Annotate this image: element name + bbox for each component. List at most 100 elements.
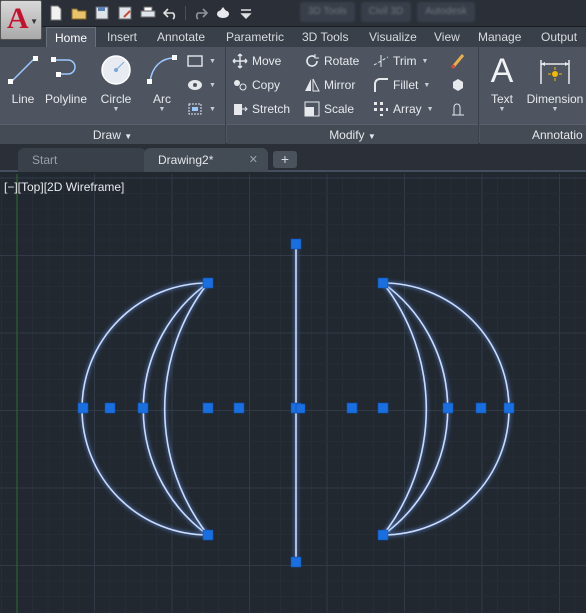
- rectangle-icon: [186, 52, 204, 70]
- array-tool-button[interactable]: Array ▼: [372, 99, 434, 119]
- grip[interactable]: [202, 529, 214, 541]
- arc-tool-button[interactable]: Arc ▼: [140, 51, 184, 114]
- offset-tool-button[interactable]: [449, 99, 470, 119]
- new-tab-button[interactable]: +: [273, 151, 297, 168]
- chevron-down-icon: ▼: [124, 132, 133, 141]
- annotation-panel-title[interactable]: Annotatio: [480, 124, 586, 144]
- polyline-label: Polyline: [44, 92, 88, 106]
- chevron-down-icon[interactable]: ▼: [209, 58, 216, 65]
- line-tool-button[interactable]: Line: [1, 51, 45, 106]
- chevron-down-icon[interactable]: ▼: [209, 82, 216, 89]
- line-label: Line: [11, 92, 35, 106]
- dimension-tool-button[interactable]: Dimension ▼: [524, 51, 586, 114]
- move-tool-button[interactable]: Move: [231, 51, 281, 71]
- chevron-down-icon[interactable]: ▼: [140, 106, 184, 114]
- grip[interactable]: [104, 402, 116, 414]
- new-icon[interactable]: [46, 4, 66, 22]
- left-middle-arc[interactable]: [142, 282, 209, 536]
- annotation-panel: A Text ▼ Dimension ▼ Annotatio: [480, 47, 586, 144]
- modify-panel-title[interactable]: Modify ▼: [227, 124, 478, 144]
- fillet-tool-button[interactable]: Fillet ▼: [372, 75, 430, 95]
- autocad-logo-icon: A: [7, 2, 29, 35]
- scale-icon: [303, 100, 321, 118]
- dimension-label: Dimension: [526, 92, 584, 106]
- hatch-icon: [186, 76, 204, 94]
- plot-icon[interactable]: [138, 4, 158, 22]
- tab-output[interactable]: Output: [533, 27, 585, 47]
- chevron-down-icon[interactable]: ▼: [423, 82, 430, 89]
- grip[interactable]: [202, 402, 214, 414]
- circle-icon: [94, 51, 138, 89]
- grip[interactable]: [290, 556, 302, 568]
- hatch-tool-button[interactable]: ▼: [186, 75, 216, 95]
- rectangle-tool-button[interactable]: ▼: [186, 51, 216, 71]
- line-icon: [1, 51, 45, 89]
- draw-panel-title[interactable]: Draw ▼: [0, 124, 225, 144]
- text-tool-button[interactable]: A Text ▼: [480, 51, 524, 114]
- erase-tool-button[interactable]: [449, 51, 470, 71]
- grip[interactable]: [346, 402, 358, 414]
- chevron-down-icon[interactable]: ▼: [480, 106, 524, 114]
- polyline-tool-button[interactable]: Polyline: [44, 51, 88, 106]
- boundary-tool-button[interactable]: ▼: [186, 99, 216, 119]
- tab-drawing2[interactable]: Drawing2* ✕: [144, 148, 268, 172]
- share-icon[interactable]: [213, 4, 233, 22]
- grip[interactable]: [77, 402, 89, 414]
- right-middle-arc[interactable]: [382, 282, 449, 536]
- chevron-down-icon[interactable]: ▼: [94, 106, 138, 114]
- grip[interactable]: [377, 402, 389, 414]
- copy-tool-button[interactable]: Copy: [231, 75, 280, 95]
- trim-tool-button[interactable]: Trim ▼: [372, 51, 428, 71]
- tab-3d-tools[interactable]: 3D Tools: [294, 27, 356, 47]
- tab-home[interactable]: Home: [46, 27, 97, 48]
- background-tab: Autodesk: [417, 2, 475, 22]
- mirror-tool-button[interactable]: Mirror: [303, 75, 355, 95]
- save-as-icon[interactable]: [115, 4, 135, 22]
- tab-view[interactable]: View: [426, 27, 468, 47]
- open-icon[interactable]: [69, 4, 89, 22]
- chevron-down-icon[interactable]: ▼: [524, 106, 586, 114]
- close-icon[interactable]: ✕: [249, 148, 258, 172]
- grip[interactable]: [295, 403, 306, 414]
- offset-icon: [449, 100, 467, 118]
- background-tab: Civil 3D: [360, 2, 412, 22]
- undo-icon[interactable]: [161, 4, 181, 22]
- circle-label: Circle: [100, 92, 132, 106]
- grip[interactable]: [475, 402, 487, 414]
- explode-tool-button[interactable]: [449, 75, 470, 95]
- save-icon[interactable]: [92, 4, 112, 22]
- model-space[interactable]: [0, 174, 586, 613]
- rotate-tool-button[interactable]: Rotate: [303, 51, 359, 71]
- grip[interactable]: [137, 402, 149, 414]
- drawing-canvas-area[interactable]: [−][Top][2D Wireframe]: [0, 174, 586, 613]
- fillet-icon: [372, 76, 390, 94]
- grip[interactable]: [377, 277, 389, 289]
- grip[interactable]: [233, 402, 245, 414]
- circle-tool-button[interactable]: Circle ▼: [94, 51, 138, 114]
- grip[interactable]: [290, 238, 302, 250]
- redo-icon[interactable]: [190, 4, 210, 22]
- tab-insert[interactable]: Insert: [99, 27, 145, 47]
- customize-icon[interactable]: [236, 4, 256, 22]
- tab-visualize[interactable]: Visualize: [361, 27, 425, 47]
- application-menu-button[interactable]: A ▼: [0, 0, 42, 40]
- tab-parametric[interactable]: Parametric: [218, 27, 292, 47]
- chevron-down-icon[interactable]: ▼: [422, 58, 429, 65]
- chevron-down-icon[interactable]: ▼: [427, 106, 434, 113]
- chevron-down-icon[interactable]: ▼: [209, 106, 216, 113]
- background-tab: 3D Tools: [300, 2, 355, 22]
- tab-annotate[interactable]: Annotate: [149, 27, 213, 47]
- grip[interactable]: [503, 402, 515, 414]
- stretch-tool-button[interactable]: Stretch: [231, 99, 290, 119]
- scale-tool-button[interactable]: Scale: [303, 99, 354, 119]
- tab-start[interactable]: Start: [18, 148, 146, 172]
- tab-manage[interactable]: Manage: [470, 27, 529, 47]
- viewport-controls[interactable]: [−][Top][2D Wireframe]: [4, 180, 124, 194]
- trim-icon: [372, 52, 390, 70]
- ribbon-panel-area: Line Polyline Circle ▼ Arc ▼ ▼ ▼ ▼ Draw …: [0, 47, 586, 144]
- move-icon: [231, 52, 249, 70]
- grip[interactable]: [377, 529, 389, 541]
- svg-text:A: A: [491, 52, 514, 88]
- grip[interactable]: [202, 277, 214, 289]
- grip[interactable]: [442, 402, 454, 414]
